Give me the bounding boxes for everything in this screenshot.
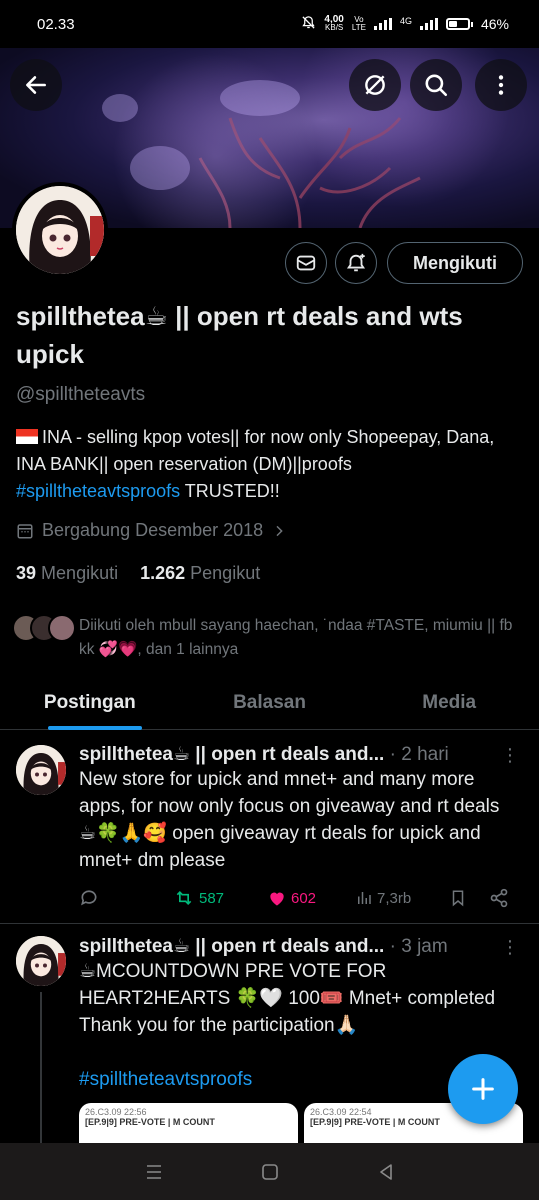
joined-text: Bergabung Desember 2018 [42, 520, 264, 540]
post-avatar[interactable] [16, 745, 66, 795]
post-author[interactable]: spillthetea☕ || open rt deals and... [79, 744, 384, 765]
message-button[interactable] [285, 242, 327, 284]
avatar-illustration [16, 745, 66, 795]
compose-button[interactable] [448, 1054, 518, 1124]
system-nav-bar [0, 1143, 539, 1200]
heart-filled-icon [270, 892, 284, 906]
signal-icon [373, 18, 392, 30]
post-actions: 587 602 7,3rb [79, 888, 519, 908]
post-text: New store for upick and mnet+ and many m… [79, 769, 500, 871]
back-button[interactable] [10, 59, 62, 111]
status-icons: 4,00 KB/S Vo LTE 4G 46% [301, 15, 509, 33]
slash-circle-icon [365, 75, 385, 95]
grok-button[interactable] [349, 59, 401, 111]
tab-replies[interactable]: Balasan [180, 680, 360, 729]
search-button[interactable] [410, 59, 462, 111]
more-vertical-icon [498, 75, 504, 95]
follow-counts: 39 Mengikuti 1.262 Pengikut [16, 563, 260, 584]
follower-avatar [48, 614, 76, 642]
recents-icon[interactable] [144, 1163, 164, 1181]
tab-posts[interactable]: Postingan [0, 680, 180, 730]
like-button[interactable]: 602 [267, 888, 355, 908]
like-count: 602 [291, 889, 317, 907]
home-icon[interactable] [261, 1163, 279, 1181]
reply-icon [81, 890, 97, 906]
battery-percent: 46% [480, 16, 509, 32]
share-icon [490, 888, 508, 908]
profile-avatar[interactable] [12, 182, 108, 278]
following-button[interactable]: Mengikuti [387, 242, 523, 284]
signal-icon-2 [419, 18, 438, 30]
bell-plus-icon [346, 253, 366, 272]
post-more-icon[interactable]: ⋮ [501, 937, 519, 958]
share-button[interactable] [489, 888, 509, 908]
speed-indicator: 4,00 KB/S [324, 14, 344, 32]
followed-by-avatars[interactable] [12, 614, 76, 642]
mute-icon [301, 15, 316, 33]
reply-button[interactable] [79, 888, 173, 908]
view-count: 7,3rb [377, 889, 412, 907]
post-header: spillthetea☕ || open rt deals and... · 3… [79, 935, 448, 958]
profile-bio: INA - selling kpop votes|| for now only … [16, 427, 495, 501]
avatar-illustration [16, 936, 66, 986]
post-author[interactable]: spillthetea☕ || open rt deals and... [79, 936, 384, 957]
battery-icon [445, 18, 473, 30]
profile-handle: @spilltheteavts [16, 384, 146, 405]
followed-by-text[interactable]: Diikuti oleh mbull sayang haechan, ˙ndaa… [79, 614, 519, 662]
more-button[interactable] [475, 59, 527, 111]
battery-fill [448, 21, 458, 27]
avatar-illustration [16, 186, 104, 274]
post-time: · 2 hari [389, 744, 449, 765]
mail-icon [296, 255, 316, 271]
network-type: 4G [399, 16, 412, 26]
views-button[interactable]: 7,3rb [355, 889, 449, 907]
thread-line [40, 992, 42, 1144]
search-icon [425, 74, 448, 97]
post-more-icon[interactable]: ⋮ [501, 745, 519, 766]
volte-indicator: Vo LTE [351, 15, 366, 32]
followers-count-link[interactable]: 1.262 Pengikut [140, 563, 260, 584]
chevron-right-icon [276, 525, 283, 536]
post[interactable]: spillthetea☕ || open rt deals and... · 2… [0, 731, 539, 924]
repost-button[interactable]: 587 [173, 888, 267, 908]
bio-hashtag-link[interactable]: #spilltheteavtsproofs [16, 481, 180, 501]
clock: 02.33 [37, 15, 75, 33]
back-nav-icon[interactable] [377, 1163, 395, 1181]
post-media-image[interactable]: 26.C3.09 22:56 [EP.9|9] PRE-VOTE | M COU… [79, 1103, 298, 1143]
status-bar: 02.33 4,00 KB/S Vo LTE 4G 46% [0, 0, 539, 48]
bookmark-icon [452, 890, 464, 907]
arrow-left-icon [26, 76, 46, 94]
bookmark-button[interactable] [449, 888, 489, 908]
repost-icon [176, 890, 192, 906]
following-count-link[interactable]: 39 Mengikuti [16, 563, 118, 584]
post-avatar[interactable] [16, 936, 66, 986]
calendar-icon [17, 523, 33, 538]
post-time: · 3 jam [389, 936, 448, 957]
bar-chart-icon [358, 892, 371, 904]
indonesia-flag-icon [16, 429, 38, 444]
notify-button[interactable] [335, 242, 377, 284]
plus-icon [472, 1078, 494, 1100]
joined-date[interactable]: Bergabung Desember 2018 [16, 520, 287, 541]
profile-name: spillthetea☕ || open rt deals and wts up… [16, 301, 463, 369]
post-hashtag-link[interactable]: #spilltheteavtsproofs [79, 1069, 252, 1090]
profile-tabs: Postingan Balasan Media [0, 680, 539, 730]
tab-media[interactable]: Media [359, 680, 539, 729]
post-header: spillthetea☕ || open rt deals and... · 2… [79, 743, 449, 766]
repost-count: 587 [199, 889, 225, 907]
